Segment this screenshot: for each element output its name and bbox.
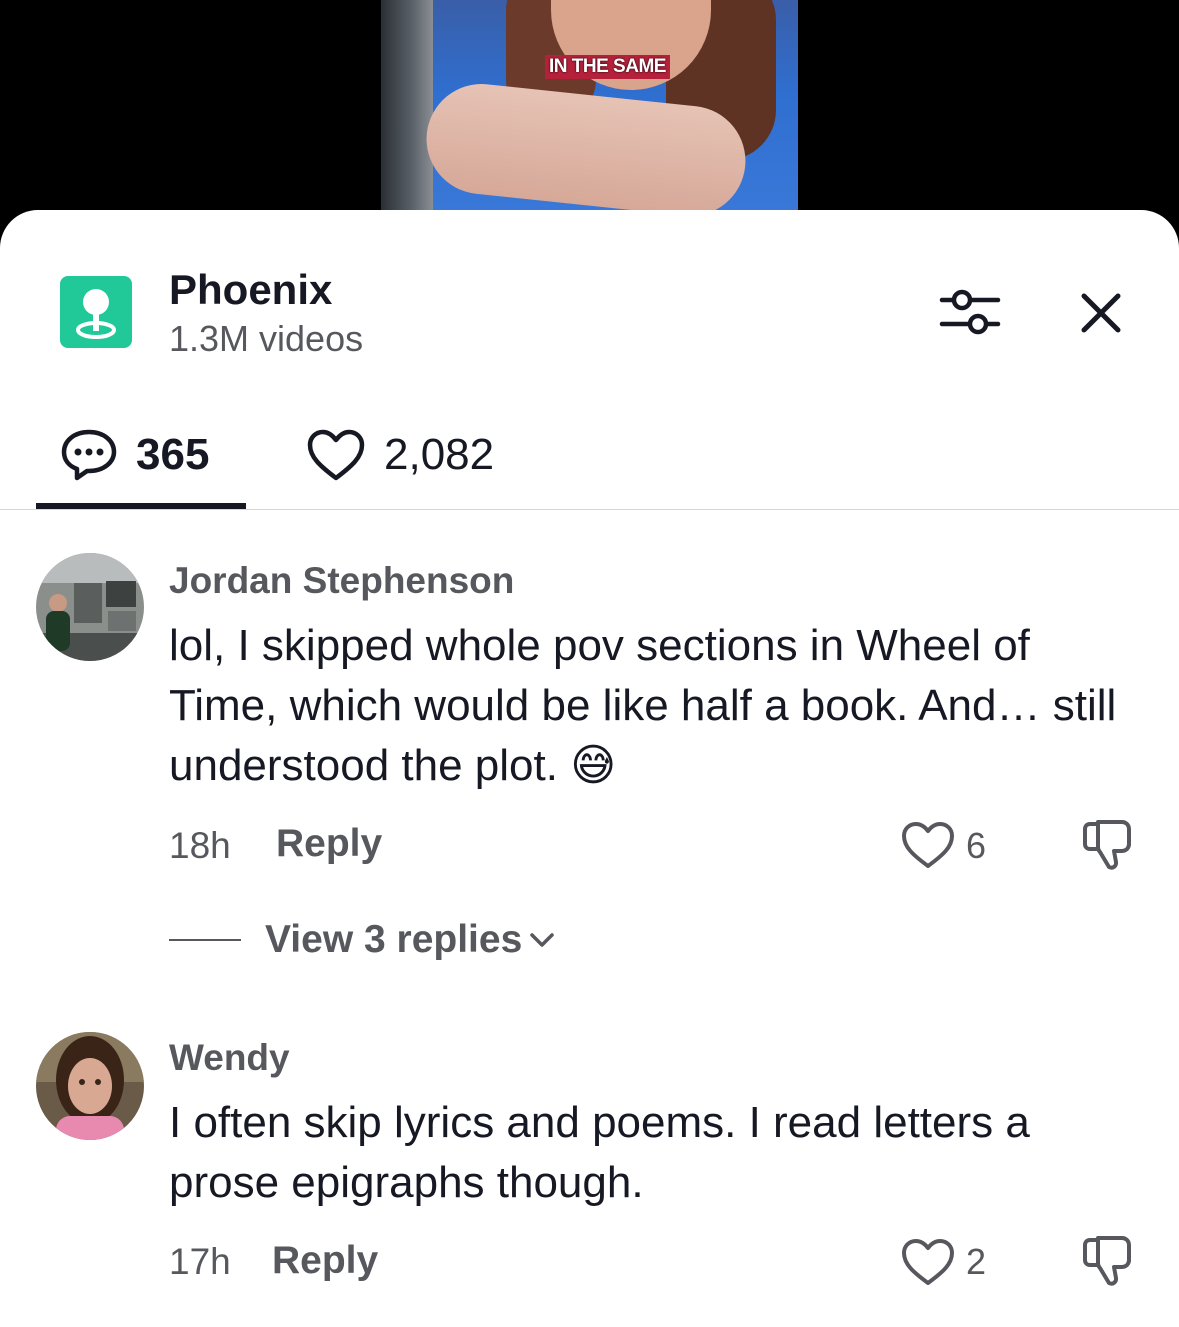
comment-text-content: lol, I skipped whole pov sections in Whe… <box>169 621 1117 790</box>
video-thumbnail[interactable]: IN THE SAME <box>381 0 798 212</box>
avatar[interactable] <box>36 1032 144 1140</box>
sweat-smile-emoji: 😅 <box>570 740 617 791</box>
video-background: IN THE SAME <box>0 0 1179 230</box>
comment-author[interactable]: Jordan Stephenson <box>169 560 514 602</box>
thumbs-down-icon <box>1083 820 1131 870</box>
tab-divider <box>0 509 1179 510</box>
video-count: 1.3M videos <box>169 318 364 359</box>
page-title: Phoenix <box>169 266 333 313</box>
comment-text: lol, I skipped whole pov sections in Whe… <box>169 616 1129 796</box>
comment-dislike-button[interactable] <box>1078 816 1136 874</box>
comment-text: I often skip lyrics and poems. I read le… <box>169 1098 1030 1207</box>
sheet-header: Phoenix 1.3M videos <box>0 210 1179 390</box>
comments-sheet: Phoenix 1.3M videos 365 2,082 Jordan Ste… <box>0 210 1179 1327</box>
tab-likes[interactable]: 2,082 <box>300 400 560 510</box>
comment-like-count: 2 <box>966 1241 987 1282</box>
heart-outline-icon <box>307 429 365 481</box>
comment-timestamp: 18h <box>169 825 231 866</box>
comment-like-count: 6 <box>966 825 987 866</box>
close-button[interactable] <box>1072 284 1130 342</box>
close-icon <box>1081 293 1121 333</box>
comment-timestamp: 17h <box>169 1241 231 1282</box>
heart-outline-icon <box>902 1239 954 1285</box>
replies-divider-line <box>169 939 241 941</box>
like-count: 2,082 <box>384 430 495 479</box>
tab-bar: 365 2,082 <box>0 400 1179 510</box>
video-caption: IN THE SAME <box>545 55 670 79</box>
reply-button[interactable]: Reply <box>272 1239 378 1283</box>
chevron-down-icon <box>530 933 555 947</box>
comment-bubble-icon <box>61 429 117 481</box>
filter-button[interactable] <box>938 286 1002 342</box>
thumbs-down-icon <box>1083 1236 1131 1286</box>
reply-button[interactable]: Reply <box>276 822 382 866</box>
sliders-icon <box>939 289 1001 335</box>
heart-outline-icon <box>902 822 954 868</box>
view-replies-button[interactable]: View 3 replies <box>169 910 556 970</box>
location-pin-icon <box>60 276 132 348</box>
comment-count: 365 <box>136 430 210 479</box>
video-bookshelf <box>381 0 433 212</box>
comment-like-button[interactable] <box>900 1237 956 1287</box>
comment-author[interactable]: Wendy <box>169 1037 290 1079</box>
comment-dislike-button[interactable] <box>1078 1232 1136 1290</box>
comment-like-button[interactable] <box>900 820 956 870</box>
avatar[interactable] <box>36 553 144 661</box>
view-replies-label: View 3 replies <box>265 918 523 961</box>
tab-comments[interactable]: 365 <box>36 400 246 510</box>
